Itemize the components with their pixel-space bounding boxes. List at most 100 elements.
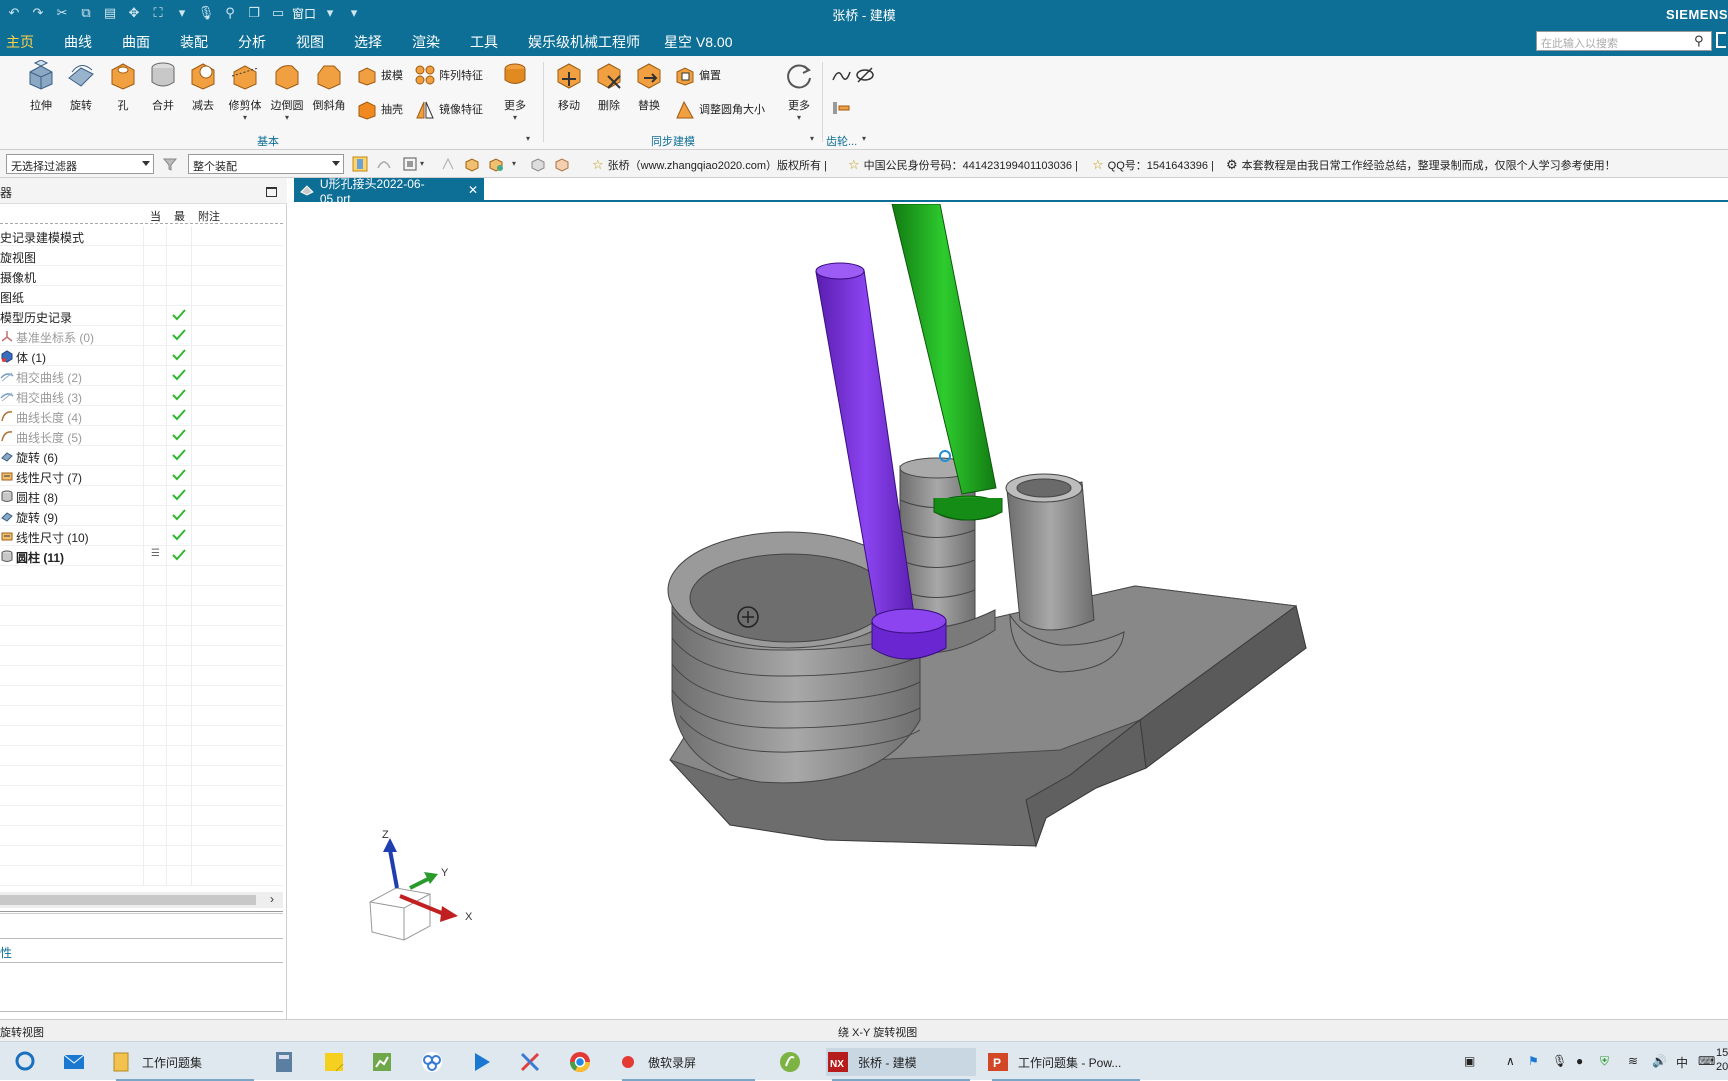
system-clock[interactable]: 15 2022	[1716, 1046, 1728, 1074]
tab-assembly[interactable]: 装配	[180, 32, 208, 52]
taskbar-calculator[interactable]	[272, 1048, 296, 1076]
edge-blend-button[interactable]: 边倒圆 ▾	[268, 60, 306, 122]
navigator-row[interactable]: 摄像机	[0, 266, 283, 286]
task-view-icon[interactable]: ▣	[1464, 1054, 1475, 1068]
taskbar-explorer[interactable]: 工作问题集	[110, 1048, 260, 1081]
navigator-row[interactable]: 圆柱 (11) ☰	[0, 546, 283, 566]
select-face-icon[interactable]	[402, 156, 418, 172]
tab-analysis[interactable]: 分析	[238, 32, 266, 52]
revolve-button[interactable]: 旋转	[64, 60, 98, 113]
component-icon[interactable]	[488, 156, 504, 172]
taskbar-notes[interactable]	[322, 1048, 346, 1076]
navigator-row[interactable]: 基准坐标系 (0)	[0, 326, 283, 346]
tab-tools[interactable]: 工具	[470, 32, 498, 52]
taskbar-app-tools[interactable]	[518, 1048, 542, 1076]
navigator-row[interactable]: 曲线长度 (4)	[0, 406, 283, 426]
taskbar-chrome[interactable]	[568, 1048, 592, 1076]
gear-tool-b-button[interactable]	[854, 64, 876, 86]
taskbar-app-circles[interactable]	[420, 1048, 444, 1076]
volume-icon[interactable]: 🔊	[1652, 1054, 1667, 1068]
delete-face-button[interactable]: 删除	[592, 60, 626, 113]
select-curve-icon[interactable]	[376, 156, 392, 172]
navigator-row[interactable]: 相交曲线 (3)	[0, 386, 283, 406]
sync-more-button[interactable]: 更多 ▾	[782, 60, 816, 122]
select-feature-icon[interactable]	[352, 156, 368, 172]
funnel-icon[interactable]	[162, 156, 178, 172]
navigator-row[interactable]: 体 (1)	[0, 346, 283, 366]
navigator-row[interactable]: 图纸	[0, 286, 283, 306]
navigator-row[interactable]: 线性尺寸 (7)	[0, 466, 283, 486]
trim-body-button[interactable]: 修剪体 ▾	[228, 60, 262, 122]
navigator-row[interactable]: 曲线长度 (5)	[0, 426, 283, 446]
replace-face-button[interactable]: 替换	[632, 60, 666, 113]
qq-tray-icon[interactable]: ●	[1576, 1054, 1583, 1068]
tab-view[interactable]: 视图	[296, 32, 324, 52]
hole-button[interactable]: 孔	[106, 60, 140, 113]
close-icon[interactable]: ✕	[468, 183, 478, 197]
assembly-icon[interactable]	[464, 156, 480, 172]
taskbar-app-chart[interactable]	[370, 1048, 394, 1076]
restore-window-icon[interactable]	[1716, 32, 1726, 48]
wifi-icon[interactable]: ≋	[1628, 1054, 1638, 1068]
navigator-row[interactable]: 相交曲线 (2)	[0, 366, 283, 386]
shaded-cube-icon[interactable]	[530, 156, 546, 172]
unite-button[interactable]: 合并	[146, 60, 180, 113]
navigator-row[interactable]: 史记录建模模式	[0, 226, 283, 246]
maximize-icon[interactable]	[266, 187, 277, 197]
tab-xingkong[interactable]: 星空 V8.00	[664, 32, 732, 52]
gear-group-expand-icon[interactable]: ▾	[862, 134, 866, 143]
security-icon[interactable]: ⛨	[1600, 1054, 1609, 1069]
navigator-row[interactable]: 旋转 (6)	[0, 446, 283, 466]
tab-entertainment-engineer[interactable]: 娱乐级机械工程师	[528, 32, 640, 52]
taskbar-powerpoint[interactable]: P 工作问题集 - Pow...	[986, 1048, 1146, 1081]
sync-group-expand-icon[interactable]: ▾	[810, 134, 814, 143]
resize-blend-button[interactable]: 调整圆角大小	[674, 98, 765, 120]
navigator-row[interactable]: 模型历史记录	[0, 306, 283, 326]
shell-button[interactable]: 抽壳	[356, 98, 403, 120]
trim-body-dropdown-icon[interactable]: ▾	[228, 113, 262, 122]
chevron-down-icon[interactable]: ▾	[420, 159, 424, 168]
view-triad[interactable]: Z Y X	[369, 829, 473, 941]
tab-curve[interactable]: 曲线	[64, 32, 92, 52]
basic-more-dropdown-icon[interactable]: ▾	[498, 113, 532, 122]
taskbar-nx[interactable]: NX 张桥 - 建模	[826, 1048, 976, 1081]
chamfer-button[interactable]: 倒斜角	[310, 60, 348, 113]
draft-button[interactable]: 拔模	[356, 64, 403, 86]
type-filter-select[interactable]: 无选择过滤器	[6, 154, 154, 174]
column-current[interactable]: 当	[150, 208, 161, 224]
bluetooth-icon[interactable]: ⚑	[1528, 1054, 1539, 1068]
taskbar-mail[interactable]	[62, 1048, 86, 1076]
chevron-down-icon[interactable]: ▾	[512, 159, 516, 168]
scroll-right-icon[interactable]: ›	[270, 892, 274, 906]
gear-tool-c-button[interactable]	[830, 96, 852, 118]
keyboard-icon[interactable]: ⌨	[1698, 1054, 1715, 1068]
move-face-button[interactable]: 移动	[552, 60, 586, 113]
basic-group-expand-icon[interactable]: ▾	[526, 134, 530, 143]
mirror-feature-button[interactable]: 镜像特征	[414, 98, 483, 120]
taskbar-recorder[interactable]: 傲软录屏	[616, 1048, 761, 1081]
search-icon[interactable]: ⚲	[1694, 33, 1704, 49]
taskbar-app-round[interactable]	[778, 1048, 802, 1076]
details-section-label[interactable]: 性	[0, 944, 12, 961]
pattern-feature-button[interactable]: 阵列特征	[414, 64, 483, 86]
search-button[interactable]	[14, 1048, 38, 1076]
panel-splitter[interactable]	[0, 911, 283, 914]
navigator-row[interactable]: 旋视图	[0, 246, 283, 266]
navigator-row[interactable]: 旋转 (9)	[0, 506, 283, 526]
model-view[interactable]: Z Y X	[294, 204, 1728, 1019]
ime-indicator[interactable]: 中	[1676, 1054, 1688, 1071]
document-tab[interactable]: U形孔接头2022-06-05.prt ✕	[294, 177, 484, 206]
navigator-row[interactable]: 线性尺寸 (10)	[0, 526, 283, 546]
taskbar-app-arrow[interactable]	[470, 1048, 494, 1076]
subtract-button[interactable]: 减去	[186, 60, 220, 113]
basic-more-button[interactable]: 更多 ▾	[498, 60, 532, 122]
column-comment[interactable]: 附注	[198, 208, 220, 224]
scope-select[interactable]: 整个装配	[188, 154, 344, 174]
navigator-horizontal-scrollbar[interactable]: ›	[0, 892, 283, 908]
offset-region-button[interactable]: 偏置	[674, 64, 721, 86]
snap-point-icon[interactable]	[440, 156, 456, 172]
navigator-row[interactable]: 圆柱 (8)	[0, 486, 283, 506]
gear-tool-a-button[interactable]	[830, 64, 852, 86]
extrude-button[interactable]: 拉伸	[24, 59, 58, 113]
command-search-input[interactable]: 在此输入以搜索	[1536, 31, 1712, 51]
